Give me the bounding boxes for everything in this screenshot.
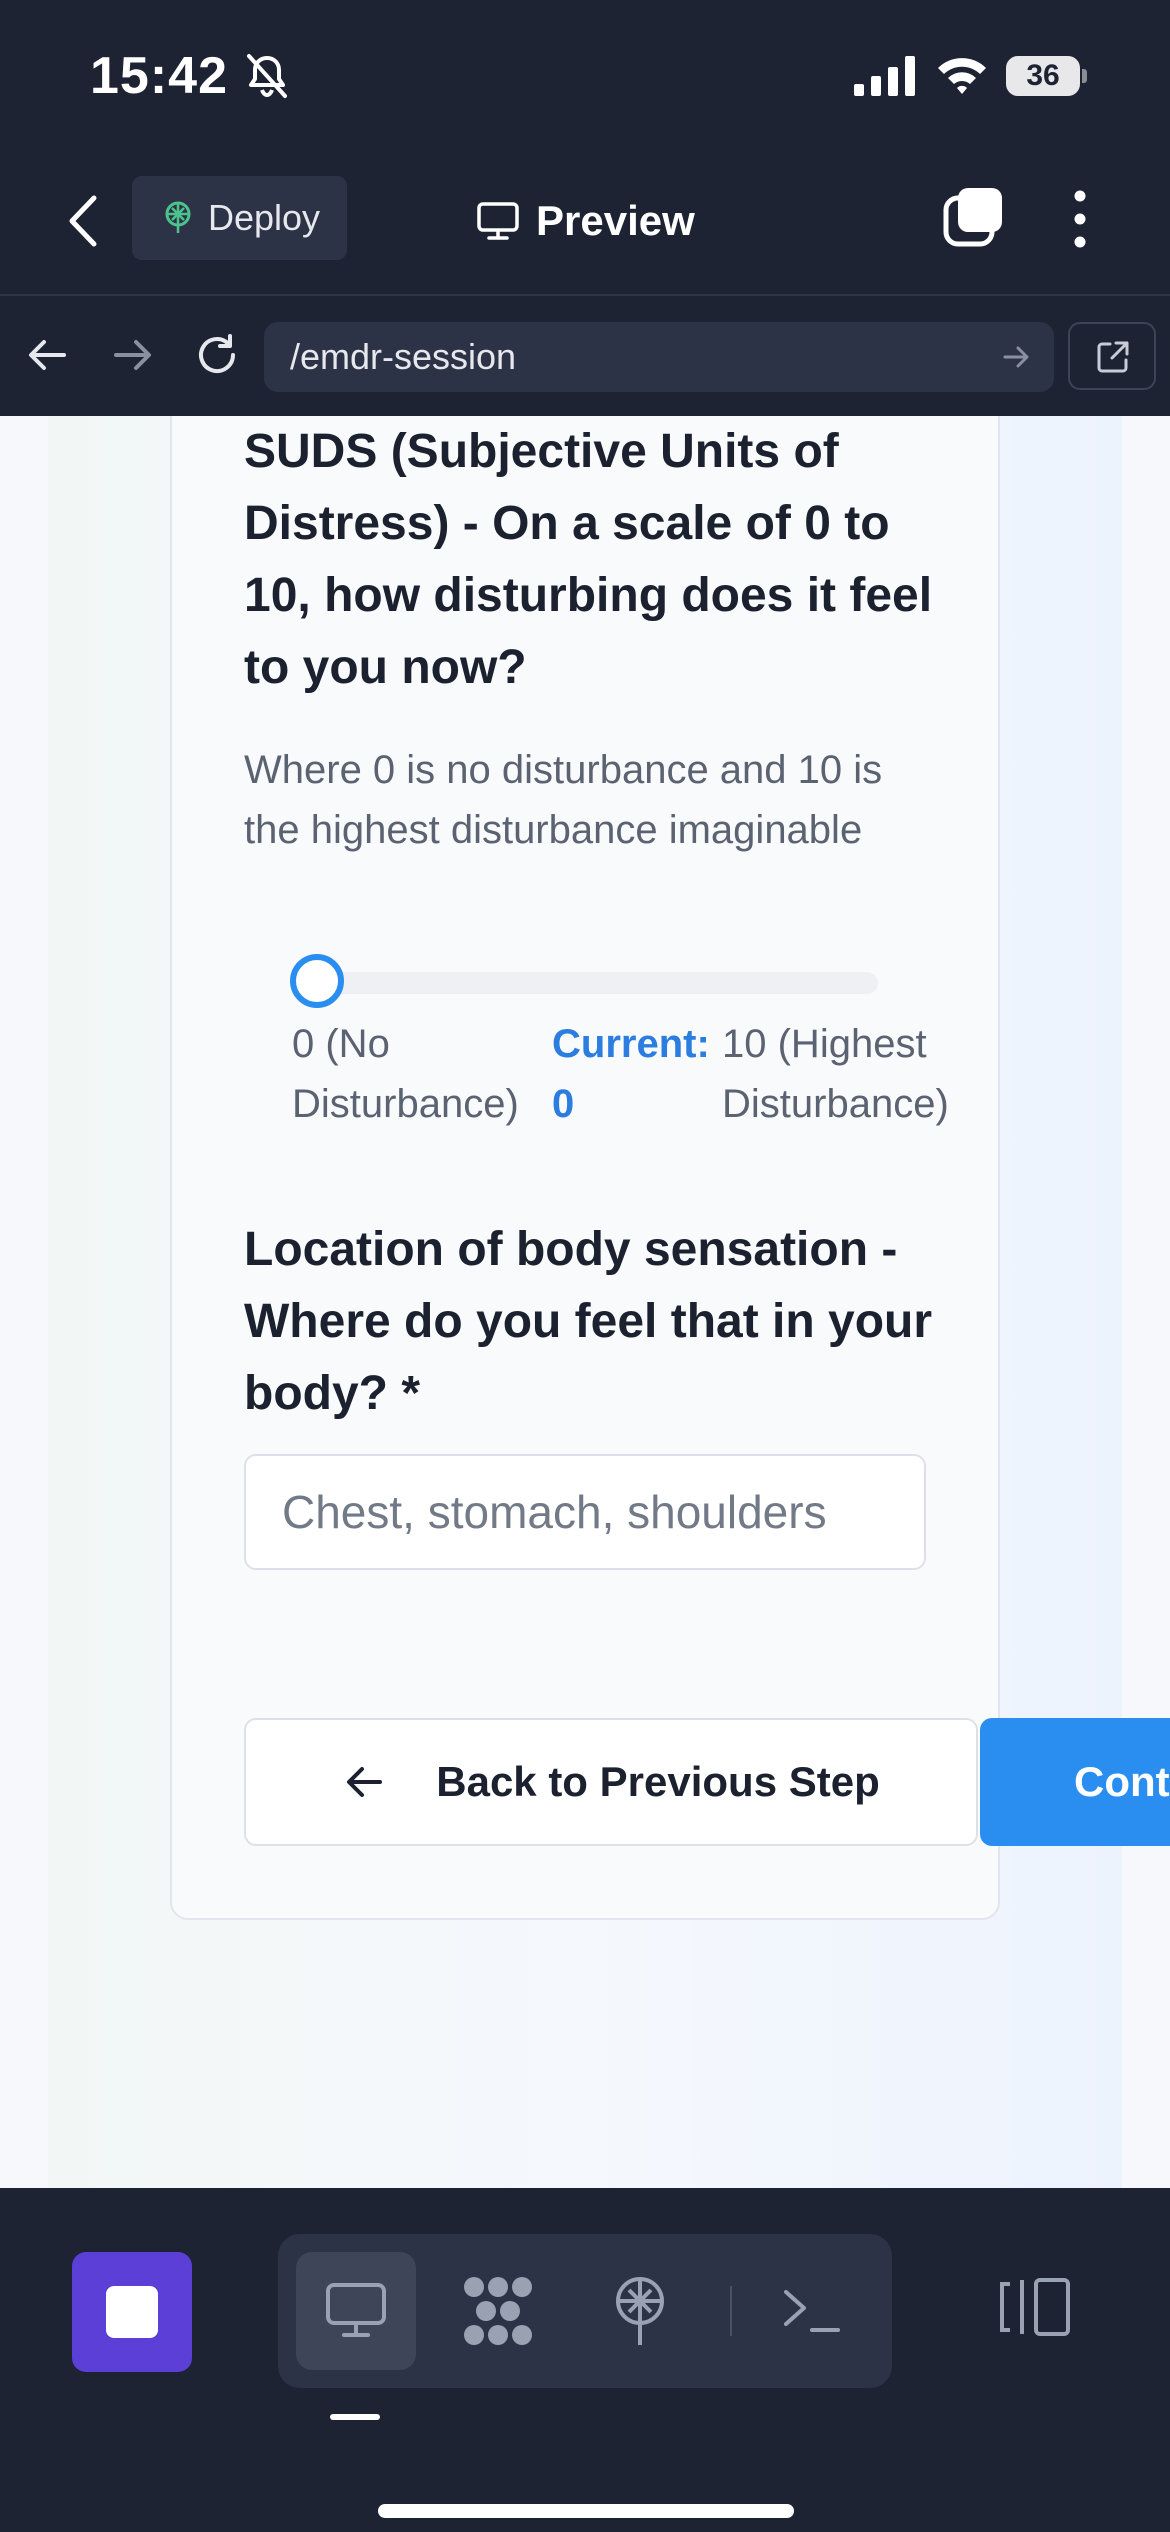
battery-icon: 36 xyxy=(1006,56,1087,96)
url-field[interactable]: /emdr-session xyxy=(264,322,1054,392)
app-bar: Deploy Preview xyxy=(0,150,1170,294)
back-button-label: Back to Previous Step xyxy=(436,1758,880,1805)
slider-min-label: 0 (No Disturbance) xyxy=(292,1022,519,1126)
external-link-icon xyxy=(1097,341,1129,373)
arrow-left-icon xyxy=(347,1767,383,1797)
deploy-icon xyxy=(616,2277,664,2345)
body-location-input[interactable] xyxy=(244,1454,926,1570)
preview-viewport: SUDS (Subjective Units of Distress) - On… xyxy=(0,416,1170,2188)
arrow-right-small-icon[interactable] xyxy=(1002,342,1032,372)
slider-current-value: Current: 0 xyxy=(552,1022,710,1126)
panel-toggle-icon[interactable] xyxy=(1000,2276,1072,2338)
monitor-icon xyxy=(477,202,519,240)
active-tab-indicator xyxy=(330,2414,380,2420)
back-to-previous-step-button[interactable]: Back to Previous Step xyxy=(244,1718,978,1846)
deploy-icon xyxy=(165,201,191,233)
home-indicator[interactable] xyxy=(378,2504,794,2518)
continue-button[interactable]: Continue xyxy=(980,1718,1170,1846)
deploy-button[interactable]: Deploy xyxy=(132,176,347,260)
open-external-button[interactable] xyxy=(1068,322,1156,390)
location-question: Location of body sensation - Where do yo… xyxy=(244,1223,933,1420)
suds-question: SUDS (Subjective Units of Distress) - On… xyxy=(244,425,933,694)
agents-icon xyxy=(464,2277,532,2345)
cellular-signal-icon xyxy=(854,56,915,96)
browser-bar: /emdr-session xyxy=(0,294,1170,418)
chevron-left-icon[interactable] xyxy=(60,190,110,252)
deploy-label: Deploy xyxy=(208,197,321,238)
dock-tab-terminal[interactable] xyxy=(752,2252,872,2370)
dock-tab-agents[interactable] xyxy=(438,2252,558,2370)
dock-tab-deploy[interactable] xyxy=(580,2252,700,2370)
battery-tip xyxy=(1082,69,1087,83)
bell-slash-icon xyxy=(247,54,287,98)
monitor-icon xyxy=(326,2283,386,2337)
dock-tab-preview[interactable] xyxy=(296,2252,416,2370)
status-bar: 15:42 36 xyxy=(0,0,1170,150)
battery-level: 36 xyxy=(1006,56,1080,96)
tabs-icon[interactable] xyxy=(942,186,1004,248)
reload-icon[interactable] xyxy=(194,332,240,378)
stop-icon xyxy=(106,2286,158,2338)
terminal-icon xyxy=(784,2290,840,2332)
dock-divider xyxy=(730,2286,732,2336)
preview-title: Preview xyxy=(476,190,695,252)
preview-label: Preview xyxy=(536,197,695,244)
slider-max-label: 10 (Highest Disturbance) xyxy=(722,1022,949,1126)
url-text: /emdr-session xyxy=(290,336,517,377)
suds-hint: Where 0 is no disturbance and 10 is the … xyxy=(244,748,883,852)
suds-slider-track[interactable] xyxy=(292,972,878,994)
status-time: 15:42 xyxy=(90,47,228,105)
suds-slider-thumb[interactable] xyxy=(290,954,344,1008)
more-vertical-icon[interactable] xyxy=(1068,188,1092,250)
wifi-icon xyxy=(938,58,986,94)
arrow-left-icon[interactable] xyxy=(26,334,68,376)
arrow-right-icon[interactable] xyxy=(112,334,154,376)
stop-button[interactable] xyxy=(72,2252,192,2372)
bottom-dock xyxy=(0,2188,1170,2532)
dock-tab-group xyxy=(278,2234,892,2388)
